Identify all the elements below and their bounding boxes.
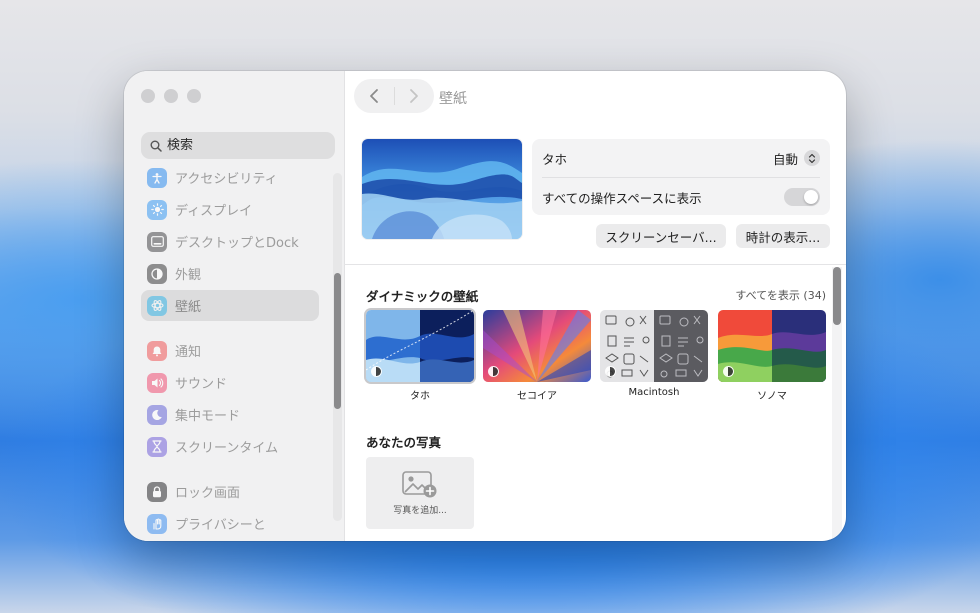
sidebar-item-sound[interactable]: サウンド [141, 367, 319, 398]
clock-appearance-button[interactable]: 時計の表示... [736, 224, 830, 248]
lock-icon [147, 481, 167, 502]
sidebar-item-label: アクセシビリティ [175, 172, 278, 187]
dynamic-mode-icon [605, 366, 616, 377]
show-all-spaces-label: すべての操作スペースに表示 [542, 190, 702, 206]
sidebar-item-desktop-dock[interactable]: デスクトップとDock [141, 226, 319, 257]
sidebar-scrollbar[interactable] [333, 173, 342, 521]
wallpaper-row: タホ 自動 [542, 139, 820, 177]
wallpaper-caption: タホ [410, 391, 430, 402]
screensaver-button[interactable]: スクリーンセーバ... [596, 224, 726, 248]
wallpaper-thumbnail [366, 310, 474, 382]
window-controls [141, 89, 201, 103]
current-wallpaper-preview [362, 139, 522, 239]
content-scroll-thumb[interactable] [833, 267, 841, 325]
dynamic-mode-icon [371, 366, 382, 377]
sidebar-item-screen-time[interactable]: スクリーンタイム [141, 431, 319, 462]
accessibility-icon [147, 167, 167, 188]
appearance-icon [147, 263, 167, 284]
wallpaper-thumbnail [718, 310, 826, 382]
section-divider [344, 264, 846, 265]
sidebar: アクセシビリティ ディスプレイ デスクトップとDock 外観 壁紙 [124, 71, 345, 541]
toggle-knob [804, 190, 818, 204]
wallpaper-thumbnail [600, 310, 708, 382]
wallpaper-thumb-sequoia[interactable]: セコイア [483, 310, 591, 402]
sidebar-item-display[interactable]: ディスプレイ [141, 194, 319, 225]
wallpaper-caption: セコイア [517, 391, 557, 402]
sidebar-item-label: ロック画面 [175, 486, 241, 501]
sidebar-item-label: ディスプレイ [175, 204, 253, 219]
add-photo-icon [402, 470, 437, 497]
add-photo-label: 写真を追加... [393, 505, 447, 516]
sidebar-item-appearance[interactable]: 外観 [141, 258, 319, 289]
sidebar-item-label: 壁紙 [175, 300, 202, 315]
search-icon [150, 140, 162, 152]
privacy-icon [147, 513, 167, 534]
up-down-chevron-icon [804, 150, 820, 166]
sidebar-item-focus[interactable]: 集中モード [141, 399, 319, 430]
wallpaper-pane: タホ 自動 すべての操作スペースに表示 スクリーンセーバ... 時計の表示...… [344, 123, 846, 541]
sidebar-scroll-thumb[interactable] [334, 273, 341, 409]
dynamic-mode-icon [723, 366, 734, 377]
display-icon [147, 199, 167, 220]
content-scrollbar[interactable] [832, 267, 842, 541]
search-field[interactable] [141, 132, 335, 159]
wallpaper-settings: タホ 自動 すべての操作スペースに表示 [532, 139, 830, 215]
sidebar-item-label: 集中モード [175, 409, 241, 424]
wallpaper-caption: ソノマ [757, 391, 787, 402]
notifications-icon [147, 340, 167, 361]
sidebar-item-lock-screen[interactable]: ロック画面 [141, 476, 319, 507]
sidebar-item-notifications[interactable]: 通知 [141, 335, 319, 366]
wallpaper-name: タホ [542, 151, 568, 167]
wallpaper-thumb-sonoma[interactable]: ソノマ [718, 310, 826, 402]
sound-icon [147, 372, 167, 393]
desktop-dock-icon [147, 231, 167, 252]
wallpaper-caption: Macintosh [628, 387, 680, 398]
screen-time-icon [147, 436, 167, 457]
wallpaper-icon [147, 295, 167, 316]
forward-button[interactable] [394, 79, 434, 113]
photos-section-title: あなたの写真 [366, 435, 442, 450]
settings-window: アクセシビリティ ディスプレイ デスクトップとDock 外観 壁紙 [124, 71, 846, 541]
wallpaper-thumb-macintosh[interactable]: Macintosh [600, 310, 708, 398]
appearance-mode-popup[interactable]: 自動 [773, 149, 820, 168]
show-all-spaces-toggle[interactable] [784, 188, 820, 206]
dynamic-mode-icon [488, 366, 499, 377]
zoom-button[interactable] [187, 89, 201, 103]
sidebar-item-label: スクリーンタイム [175, 441, 279, 456]
sidebar-item-wallpaper[interactable]: 壁紙 [141, 290, 319, 321]
minimize-button[interactable] [164, 89, 178, 103]
chevron-left-icon [369, 89, 378, 103]
close-button[interactable] [141, 89, 155, 103]
search-input[interactable] [167, 138, 327, 153]
navigation-buttons [354, 79, 434, 113]
sidebar-item-label: サウンド [175, 377, 228, 392]
chevron-right-icon [410, 89, 419, 103]
sidebar-item-label: プライバシーと [175, 518, 266, 533]
wallpaper-thumb-tahoe[interactable]: タホ [366, 310, 474, 402]
page-title: 壁紙 [439, 91, 467, 107]
dynamic-section-title: ダイナミックの壁紙 [366, 289, 479, 304]
show-all-spaces-row: すべての操作スペースに表示 [542, 177, 820, 216]
sidebar-item-privacy[interactable]: プライバシーと [141, 508, 319, 539]
focus-icon [147, 404, 167, 425]
toolbar: 壁紙 [344, 71, 846, 123]
sidebar-item-label: デスクトップとDock [175, 236, 299, 251]
back-button[interactable] [354, 79, 394, 113]
add-photo-button[interactable]: 写真を追加... [366, 457, 474, 529]
sidebar-item-label: 外観 [175, 268, 202, 283]
wallpaper-thumbnail [483, 310, 591, 382]
appearance-mode-value: 自動 [772, 151, 798, 167]
show-all-link[interactable]: すべてを表示 (34) [735, 287, 826, 303]
sidebar-item-label: 通知 [175, 345, 202, 360]
sidebar-item-accessibility[interactable]: アクセシビリティ [141, 162, 319, 193]
